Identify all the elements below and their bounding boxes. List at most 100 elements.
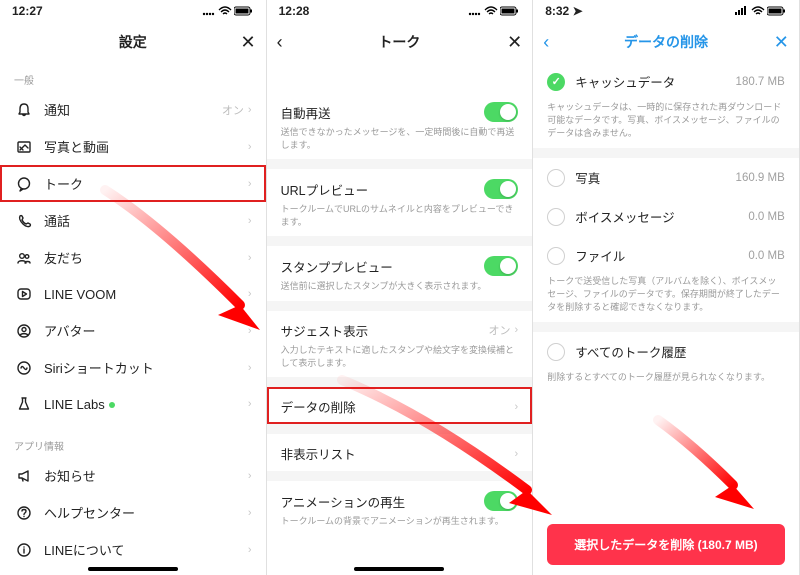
content: 自動再送 送信できなかったメッセージを、一定時間後に自動で再送します。 URLプレ… (267, 62, 533, 575)
row-size: 160.9 MB (736, 172, 785, 184)
status-time: 12:27 (12, 4, 43, 18)
row-title: 非表示リスト (281, 444, 356, 463)
row-description: 送信前に選択したスタンプが大きく表示されます。 (281, 280, 519, 293)
divider (267, 301, 533, 311)
toggle-switch[interactable] (484, 179, 518, 199)
settings-row-help[interactable]: ヘルプセンター › (0, 494, 266, 531)
status-right (202, 6, 254, 16)
row-cache-data[interactable]: キャッシュデータ 180.7 MB (533, 62, 799, 101)
row-description: 送信できなかったメッセージを、一定時間後に自動で再送します。 (281, 126, 519, 151)
data-row[interactable]: ファイル 0.0 MB (533, 236, 799, 275)
talk-row[interactable]: アニメーションの再生 トークルームの背景でアニメーションが再生されます。 (267, 481, 533, 536)
settings-list-app: お知らせ › ヘルプセンター › LINEについて › (0, 457, 266, 568)
settings-row-play[interactable]: LINE VOOM › (0, 276, 266, 312)
section-header-general: 一般 (0, 62, 266, 91)
items-description: トークで送受信した写真（アルバムを除く）、ボイスメッセージ、ファイルのデータです… (533, 275, 799, 322)
settings-list: 通知 オン › 写真と動画 › トーク › 通話 › 友だち › LINE VO… (0, 91, 266, 422)
row-label: Siriショートカット (44, 358, 248, 377)
row-label: 友だち (44, 248, 248, 267)
data-type-list: 写真 160.9 MB ボイスメッセージ 0.0 MB ファイル 0.0 MB (533, 158, 799, 275)
talk-row[interactable]: 自動再送 送信できなかったメッセージを、一定時間後に自動で再送します。 (267, 92, 533, 159)
page-title: 設定 (119, 32, 147, 52)
bell-icon (14, 102, 34, 118)
data-row[interactable]: ボイスメッセージ 0.0 MB (533, 197, 799, 236)
talk-row[interactable]: サジェスト表示オン› 入力したテキストに適したスタンプや絵文字を変換候補として表… (267, 311, 533, 377)
row-label: 写真 (575, 168, 735, 187)
avatar-icon (14, 323, 34, 339)
help-icon (14, 505, 34, 521)
divider (267, 377, 533, 387)
chevron-right-icon: › (248, 362, 252, 374)
settings-row-info[interactable]: LINEについて › (0, 531, 266, 568)
radio-icon[interactable] (547, 343, 565, 361)
chevron-right-icon: › (248, 325, 252, 337)
row-all-history[interactable]: すべてのトーク履歴 (533, 332, 799, 371)
toggle-switch[interactable] (484, 491, 518, 511)
chevron-right-icon: › (248, 288, 252, 300)
settings-row-megaphone[interactable]: お知らせ › (0, 457, 266, 494)
settings-row-flask[interactable]: LINE Labs › (0, 386, 266, 422)
talk-row[interactable]: データの削除› (267, 387, 533, 424)
data-row[interactable]: 写真 160.9 MB (533, 158, 799, 197)
divider (533, 322, 799, 332)
divider (267, 159, 533, 169)
image-icon (14, 139, 34, 155)
status-right (735, 6, 787, 16)
radio-icon[interactable] (547, 247, 565, 265)
status-bar: 12:27 (0, 0, 266, 22)
chevron-right-icon: › (248, 544, 252, 556)
toggle-switch[interactable] (484, 256, 518, 276)
settings-row-people[interactable]: 友だち › (0, 239, 266, 276)
close-icon[interactable]: ✕ (774, 32, 789, 53)
row-description: トークルームの背景でアニメーションが再生されます。 (281, 515, 519, 528)
screen-settings: 12:27 設定 ✕ 一般 通知 オン › 写真と動画 › トーク › 通話 ›… (0, 0, 267, 575)
settings-row-avatar[interactable]: アバター › (0, 312, 266, 349)
talk-row[interactable]: URLプレビュー トークルームでURLのサムネイルと内容をプレビューできます。 (267, 169, 533, 236)
row-label: ボイスメッセージ (575, 207, 748, 226)
content: キャッシュデータ 180.7 MB キャッシュデータは、一時的に保存された再ダウ… (533, 62, 799, 514)
status-bar: 12:28 (267, 0, 533, 22)
settings-row-image[interactable]: 写真と動画 › (0, 128, 266, 165)
row-label: LINE Labs (44, 397, 248, 412)
nav-bar: ‹ データの削除 ✕ (533, 22, 799, 62)
toggle-switch[interactable] (484, 102, 518, 122)
row-description: トークルームでURLのサムネイルと内容をプレビューできます。 (281, 203, 519, 228)
play-icon (14, 286, 34, 302)
settings-row-siri[interactable]: Siriショートカット › (0, 349, 266, 386)
check-icon[interactable] (547, 73, 565, 91)
settings-row-bell[interactable]: 通知 オン › (0, 91, 266, 128)
divider (267, 471, 533, 481)
row-title: データの削除 (281, 397, 356, 416)
row-title: URLプレビュー (281, 180, 369, 199)
row-size: 180.7 MB (736, 76, 785, 88)
back-icon[interactable]: ‹ (277, 32, 283, 53)
screen-talk: 12:28 ‹ トーク ✕ 自動再送 送信できなかったメッセージを、一定時間後に… (267, 0, 534, 575)
battery-icon (234, 6, 254, 16)
battery-icon (500, 6, 520, 16)
nav-bar: 設定 ✕ (0, 22, 266, 62)
radio-icon[interactable] (547, 169, 565, 187)
settings-row-phone[interactable]: 通話 › (0, 202, 266, 239)
row-title: 自動再送 (281, 103, 331, 122)
status-time: 8:32 ➤ (545, 4, 582, 18)
row-title: アニメーションの再生 (281, 492, 406, 511)
divider (267, 424, 533, 434)
signal-icon (202, 6, 216, 16)
radio-icon[interactable] (547, 208, 565, 226)
chevron-right-icon: › (515, 324, 519, 336)
close-icon[interactable]: ✕ (507, 32, 522, 53)
settings-row-chat[interactable]: トーク › (0, 165, 266, 202)
delete-button[interactable]: 選択したデータを削除 (180.7 MB) (547, 524, 785, 565)
chat-icon (14, 176, 34, 192)
wifi-icon (218, 6, 232, 16)
row-value: オン (222, 102, 244, 118)
back-icon[interactable]: ‹ (543, 32, 549, 53)
talk-row[interactable]: 非表示リスト› (267, 434, 533, 471)
chevron-right-icon: › (248, 507, 252, 519)
row-label: LINEについて (44, 540, 248, 559)
page-title: データの削除 (624, 32, 708, 52)
nav-bar: ‹ トーク ✕ (267, 22, 533, 62)
talk-row[interactable]: スタンププレビュー 送信前に選択したスタンプが大きく表示されます。 (267, 246, 533, 301)
close-icon[interactable]: ✕ (241, 32, 256, 53)
chevron-right-icon: › (248, 470, 252, 482)
